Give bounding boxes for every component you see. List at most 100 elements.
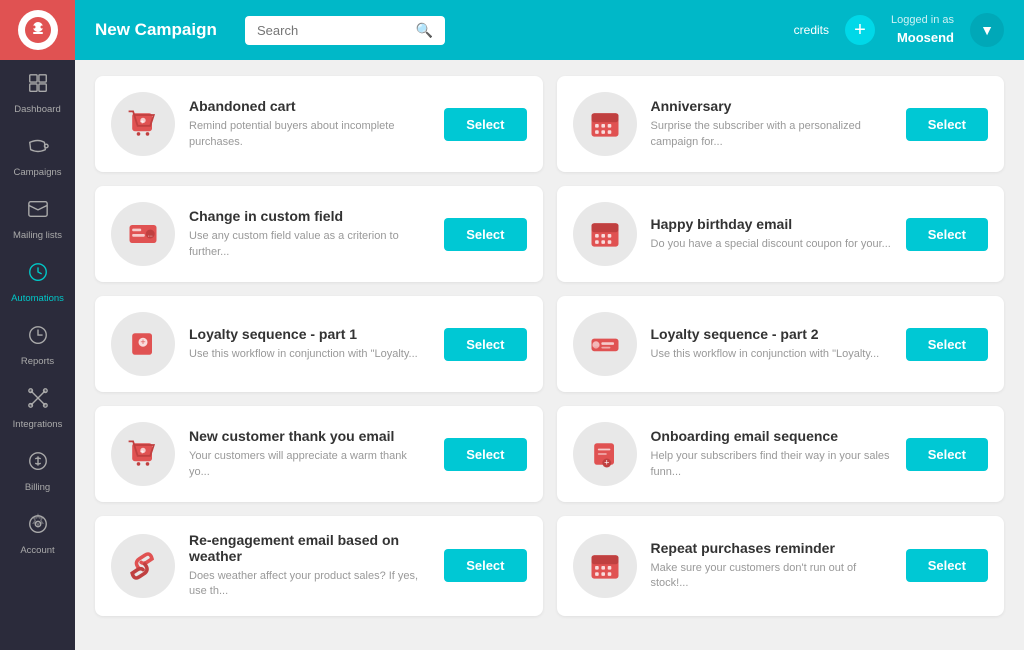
select-button-change-custom-field[interactable]: Select bbox=[444, 218, 526, 251]
select-button-reengagement[interactable]: Select bbox=[444, 549, 526, 582]
campaign-desc-abandoned-cart: Remind potential buyers about incomplete… bbox=[189, 119, 430, 150]
search-box: 🔍 bbox=[245, 16, 445, 45]
campaign-text-happy-birthday: Happy birthday email Do you have a speci… bbox=[651, 216, 892, 252]
dashboard-icon bbox=[27, 72, 49, 100]
sidebar-item-mailing-lists-label: Mailing lists bbox=[13, 230, 62, 241]
select-button-new-customer[interactable]: Select bbox=[444, 438, 526, 471]
sidebar-item-campaigns-label: Campaigns bbox=[13, 167, 61, 178]
campaign-desc-new-customer: Your customers will appreciate a warm th… bbox=[189, 449, 430, 480]
integrations-icon bbox=[27, 387, 49, 415]
campaign-title-anniversary: Anniversary bbox=[651, 98, 892, 114]
campaign-card-loyalty-2: ... Loyalty sequence - part 2 Use this w… bbox=[557, 296, 1005, 392]
sidebar-item-account[interactable]: Account bbox=[0, 501, 75, 564]
campaign-title-new-customer: New customer thank you email bbox=[189, 428, 430, 444]
campaigns-icon bbox=[27, 135, 49, 163]
sidebar-item-billing-label: Billing bbox=[25, 482, 50, 493]
campaign-title-repeat-purchases: Repeat purchases reminder bbox=[651, 540, 892, 556]
campaign-text-abandoned-cart: Abandoned cart Remind potential buyers a… bbox=[189, 98, 430, 150]
select-button-loyalty-1[interactable]: Select bbox=[444, 328, 526, 361]
search-input[interactable] bbox=[257, 23, 408, 38]
sidebar: Dashboard Campaigns Mailing lists Automa… bbox=[0, 0, 75, 650]
campaign-card-abandoned-cart: + Abandoned cart Remind potential buyers… bbox=[95, 76, 543, 172]
campaign-text-reengagement: Re-engagement email based on weather Doe… bbox=[189, 532, 430, 600]
sidebar-item-mailing-lists[interactable]: Mailing lists bbox=[0, 186, 75, 249]
sidebar-item-reports-label: Reports bbox=[21, 356, 54, 367]
sidebar-item-campaigns[interactable]: Campaigns bbox=[0, 123, 75, 186]
select-button-loyalty-2[interactable]: Select bbox=[906, 328, 988, 361]
topbar-right: credits + Logged in as Moosend ▼ bbox=[794, 13, 1004, 47]
campaign-icon-abandoned-cart: + bbox=[111, 92, 175, 156]
svg-text:...: ... bbox=[148, 232, 153, 239]
campaign-text-new-customer: New customer thank you email Your custom… bbox=[189, 428, 430, 480]
campaign-title-change-custom-field: Change in custom field bbox=[189, 208, 430, 224]
logo-icon bbox=[18, 10, 58, 50]
campaign-card-repeat-purchases: Repeat purchases reminder Make sure your… bbox=[557, 516, 1005, 616]
sidebar-item-automations[interactable]: Automations bbox=[0, 249, 75, 312]
billing-icon bbox=[27, 450, 49, 478]
campaign-text-loyalty-1: Loyalty sequence - part 1 Use this workf… bbox=[189, 326, 430, 362]
campaign-desc-change-custom-field: Use any custom field value as a criterio… bbox=[189, 229, 430, 260]
campaign-card-reengagement: Re-engagement email based on weather Doe… bbox=[95, 516, 543, 616]
svg-text:+: + bbox=[604, 458, 609, 468]
campaign-icon-repeat-purchases bbox=[573, 534, 637, 598]
mailing-lists-icon bbox=[27, 198, 49, 226]
campaign-icon-loyalty-2: ... bbox=[573, 312, 637, 376]
campaign-icon-onboarding: + bbox=[573, 422, 637, 486]
campaign-desc-repeat-purchases: Make sure your customers don't run out o… bbox=[651, 561, 892, 592]
campaign-card-anniversary: Anniversary Surprise the subscriber with… bbox=[557, 76, 1005, 172]
sidebar-item-account-label: Account bbox=[20, 545, 54, 556]
sidebar-item-integrations-label: Integrations bbox=[13, 419, 63, 430]
campaign-card-loyalty-1: + Loyalty sequence - part 1 Use this wor… bbox=[95, 296, 543, 392]
campaign-icon-reengagement bbox=[111, 534, 175, 598]
campaign-title-loyalty-2: Loyalty sequence - part 2 bbox=[651, 326, 892, 342]
campaign-title-reengagement: Re-engagement email based on weather bbox=[189, 532, 430, 564]
sidebar-item-integrations[interactable]: Integrations bbox=[0, 375, 75, 438]
username-label: Moosend bbox=[891, 29, 954, 47]
campaign-desc-reengagement: Does weather affect your product sales? … bbox=[189, 569, 430, 600]
campaign-content: + Abandoned cart Remind potential buyers… bbox=[75, 60, 1024, 650]
reports-icon bbox=[27, 324, 49, 352]
select-button-happy-birthday[interactable]: Select bbox=[906, 218, 988, 251]
campaign-grid: + Abandoned cart Remind potential buyers… bbox=[95, 76, 1004, 616]
campaign-text-change-custom-field: Change in custom field Use any custom fi… bbox=[189, 208, 430, 260]
logged-in-label: Logged in as bbox=[891, 13, 954, 28]
svg-text:...: ... bbox=[593, 341, 599, 350]
campaign-card-new-customer: + New customer thank you email Your cust… bbox=[95, 406, 543, 502]
user-dropdown-button[interactable]: ▼ bbox=[970, 13, 1004, 47]
page-title: New Campaign bbox=[95, 20, 225, 40]
select-button-repeat-purchases[interactable]: Select bbox=[906, 549, 988, 582]
campaign-desc-happy-birthday: Do you have a special discount coupon fo… bbox=[651, 237, 892, 252]
sidebar-item-billing[interactable]: Billing bbox=[0, 438, 75, 501]
sidebar-item-reports[interactable]: Reports bbox=[0, 312, 75, 375]
select-button-anniversary[interactable]: Select bbox=[906, 108, 988, 141]
select-button-abandoned-cart[interactable]: Select bbox=[444, 108, 526, 141]
campaign-icon-anniversary bbox=[573, 92, 637, 156]
sidebar-item-automations-label: Automations bbox=[11, 293, 64, 304]
campaign-text-anniversary: Anniversary Surprise the subscriber with… bbox=[651, 98, 892, 150]
add-credits-button[interactable]: + bbox=[845, 15, 875, 45]
sidebar-item-dashboard[interactable]: Dashboard bbox=[0, 60, 75, 123]
main-area: New Campaign 🔍 credits + Logged in as Mo… bbox=[75, 0, 1024, 650]
campaign-title-happy-birthday: Happy birthday email bbox=[651, 216, 892, 232]
campaign-desc-onboarding: Help your subscribers find their way in … bbox=[651, 449, 892, 480]
select-button-onboarding[interactable]: Select bbox=[906, 438, 988, 471]
campaign-card-change-custom-field: ... Change in custom field Use any custo… bbox=[95, 186, 543, 282]
sidebar-item-dashboard-label: Dashboard bbox=[14, 104, 60, 115]
campaign-desc-loyalty-1: Use this workflow in conjunction with "L… bbox=[189, 347, 430, 362]
svg-text:+: + bbox=[140, 447, 144, 456]
campaign-icon-loyalty-1: + bbox=[111, 312, 175, 376]
campaign-text-onboarding: Onboarding email sequence Help your subs… bbox=[651, 428, 892, 480]
automations-icon bbox=[27, 261, 49, 289]
campaign-desc-anniversary: Surprise the subscriber with a personali… bbox=[651, 119, 892, 150]
topbar: New Campaign 🔍 credits + Logged in as Mo… bbox=[75, 0, 1024, 60]
campaign-card-happy-birthday: Happy birthday email Do you have a speci… bbox=[557, 186, 1005, 282]
logo[interactable] bbox=[0, 0, 75, 60]
campaign-card-onboarding: + Onboarding email sequence Help your su… bbox=[557, 406, 1005, 502]
campaign-icon-change-custom-field: ... bbox=[111, 202, 175, 266]
campaign-title-abandoned-cart: Abandoned cart bbox=[189, 98, 430, 114]
campaign-text-loyalty-2: Loyalty sequence - part 2 Use this workf… bbox=[651, 326, 892, 362]
campaign-title-loyalty-1: Loyalty sequence - part 1 bbox=[189, 326, 430, 342]
user-info: Logged in as Moosend bbox=[891, 13, 954, 47]
campaign-desc-loyalty-2: Use this workflow in conjunction with "L… bbox=[651, 347, 892, 362]
campaign-icon-new-customer: + bbox=[111, 422, 175, 486]
